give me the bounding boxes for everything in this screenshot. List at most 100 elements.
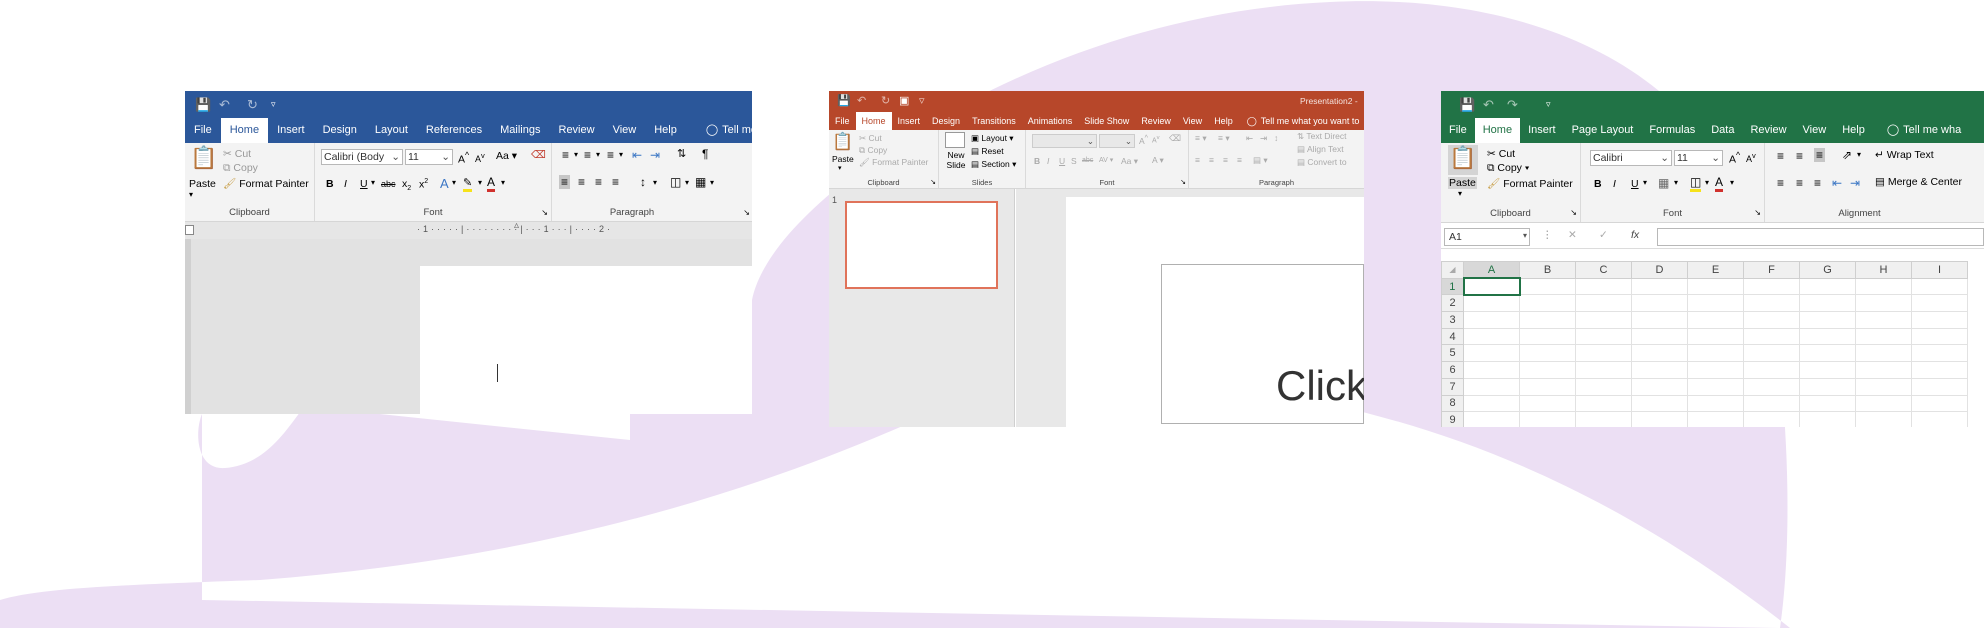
- cell[interactable]: [1519, 327, 1576, 346]
- layout-button[interactable]: ▣ Layout ▾: [971, 133, 1014, 144]
- underline-dropdown-icon[interactable]: ▾: [371, 178, 375, 187]
- bullets-icon[interactable]: ≡: [562, 148, 569, 162]
- tab-view[interactable]: View: [1177, 112, 1208, 130]
- fill-color-dropdown-icon[interactable]: ▾: [1705, 178, 1709, 187]
- cell[interactable]: [1855, 311, 1912, 329]
- tell-me-search[interactable]: Tell me wha: [1903, 118, 1961, 143]
- more-icon[interactable]: ⋮: [1542, 229, 1553, 241]
- superscript-button[interactable]: x2: [419, 178, 428, 191]
- tab-layout[interactable]: Layout: [366, 118, 417, 143]
- increase-indent-icon[interactable]: ⇥: [1850, 176, 1860, 190]
- active-cell[interactable]: [1462, 277, 1521, 296]
- increase-indent-icon[interactable]: ⇥: [1260, 133, 1267, 144]
- cell[interactable]: [1799, 277, 1856, 296]
- cell[interactable]: [1855, 294, 1912, 313]
- paste-button[interactable]: Paste: [832, 154, 854, 164]
- undo-icon[interactable]: ↶: [857, 91, 866, 112]
- column-header[interactable]: B: [1519, 261, 1576, 279]
- paste-dropdown-icon[interactable]: ▾: [189, 190, 193, 199]
- cell[interactable]: [1519, 394, 1576, 413]
- align-left-icon[interactable]: ≡: [1777, 176, 1784, 190]
- cell[interactable]: [1855, 361, 1912, 379]
- line-spacing-icon[interactable]: ↕: [640, 175, 646, 189]
- cell[interactable]: [1631, 327, 1688, 346]
- cell[interactable]: [1799, 294, 1856, 313]
- align-center-icon[interactable]: ≡: [578, 175, 585, 189]
- tab-design[interactable]: Design: [926, 112, 966, 130]
- font-color-icon[interactable]: A ▾: [1152, 155, 1164, 166]
- cell[interactable]: [1687, 377, 1744, 396]
- shrink-font-icon[interactable]: Av: [1152, 135, 1160, 144]
- align-center-icon[interactable]: ≡: [1796, 176, 1803, 190]
- cell[interactable]: [1575, 394, 1632, 413]
- cell[interactable]: [1855, 344, 1912, 363]
- tab-insert[interactable]: Insert: [1520, 118, 1564, 143]
- column-header[interactable]: A: [1463, 261, 1520, 280]
- insert-function-button[interactable]: fx: [1631, 229, 1639, 241]
- bold-button[interactable]: B: [1594, 178, 1602, 190]
- cell[interactable]: [1463, 344, 1520, 363]
- tab-view[interactable]: View: [1795, 118, 1835, 143]
- row-header[interactable]: 9: [1441, 411, 1464, 427]
- cell[interactable]: [1631, 294, 1688, 313]
- text-effects-icon[interactable]: A: [440, 176, 449, 191]
- lightbulb-icon[interactable]: ◯: [1873, 118, 1903, 143]
- cancel-icon[interactable]: ✕: [1568, 229, 1577, 241]
- cell[interactable]: [1463, 294, 1520, 313]
- merge-center-button[interactable]: ▤ Merge & Center: [1875, 176, 1962, 188]
- cell[interactable]: [1743, 377, 1800, 396]
- change-case-button[interactable]: Aa ▾: [496, 150, 517, 162]
- new-slide-icon[interactable]: [945, 132, 965, 148]
- redo-icon[interactable]: ↻: [247, 91, 258, 118]
- tab-selector-icon[interactable]: [185, 225, 194, 235]
- font-color-dropdown-icon[interactable]: ▾: [1730, 178, 1734, 187]
- cut-button[interactable]: ✂ Cut: [1487, 148, 1515, 160]
- tab-view[interactable]: View: [604, 118, 646, 143]
- new-slide-button[interactable]: New Slide: [943, 150, 969, 170]
- save-icon[interactable]: 💾: [837, 91, 851, 112]
- align-right-icon[interactable]: ≡: [1814, 176, 1821, 190]
- grow-font-icon[interactable]: A^: [1729, 150, 1740, 166]
- bullets-icon[interactable]: ≡ ▾: [1195, 133, 1207, 144]
- line-spacing-icon[interactable]: ↕: [1274, 133, 1278, 143]
- grow-font-icon[interactable]: A^: [1139, 134, 1148, 146]
- dialog-launcher-icon[interactable]: ↘: [743, 208, 750, 217]
- paste-icon[interactable]: 📋: [1448, 145, 1478, 175]
- cell[interactable]: [1519, 377, 1576, 396]
- cell[interactable]: [1911, 327, 1968, 346]
- cell[interactable]: [1575, 377, 1632, 396]
- tab-insert[interactable]: Insert: [892, 112, 927, 130]
- cell[interactable]: [1911, 411, 1968, 427]
- orientation-icon[interactable]: ⇗: [1842, 148, 1852, 162]
- row-header[interactable]: 2: [1441, 294, 1464, 313]
- cell[interactable]: [1799, 377, 1856, 396]
- tab-home[interactable]: Home: [855, 112, 892, 130]
- bottom-align-icon[interactable]: ≡: [1814, 148, 1826, 162]
- cell[interactable]: [1463, 394, 1520, 413]
- paste-icon[interactable]: 📋: [832, 132, 854, 154]
- cell[interactable]: [1911, 277, 1968, 296]
- cell[interactable]: [1575, 411, 1632, 427]
- dialog-launcher-icon[interactable]: ↘: [1570, 208, 1577, 217]
- enter-icon[interactable]: ✓: [1599, 229, 1608, 241]
- bold-button[interactable]: B: [326, 178, 334, 190]
- increase-indent-icon[interactable]: ⇥: [650, 148, 660, 162]
- name-box[interactable]: A1 ▾: [1444, 228, 1530, 246]
- cell[interactable]: [1575, 277, 1632, 296]
- cell[interactable]: [1911, 394, 1968, 413]
- tab-design[interactable]: Design: [314, 118, 366, 143]
- tab-home[interactable]: Home: [1474, 118, 1521, 143]
- tab-references[interactable]: References: [417, 118, 491, 143]
- borders-icon[interactable]: ▦: [695, 175, 706, 189]
- save-icon[interactable]: 💾: [1459, 91, 1475, 118]
- underline-button[interactable]: U: [1059, 156, 1065, 166]
- tab-file[interactable]: File: [1441, 118, 1475, 143]
- cut-button[interactable]: ✂ Cut: [859, 133, 882, 144]
- cell[interactable]: [1743, 394, 1800, 413]
- tab-mailings[interactable]: Mailings: [491, 118, 549, 143]
- document-page[interactable]: [420, 266, 752, 414]
- line-spacing-dropdown-icon[interactable]: ▾: [653, 178, 657, 187]
- orientation-dropdown-icon[interactable]: ▾: [1857, 150, 1861, 159]
- column-header[interactable]: I: [1911, 261, 1968, 279]
- cell[interactable]: [1519, 311, 1576, 329]
